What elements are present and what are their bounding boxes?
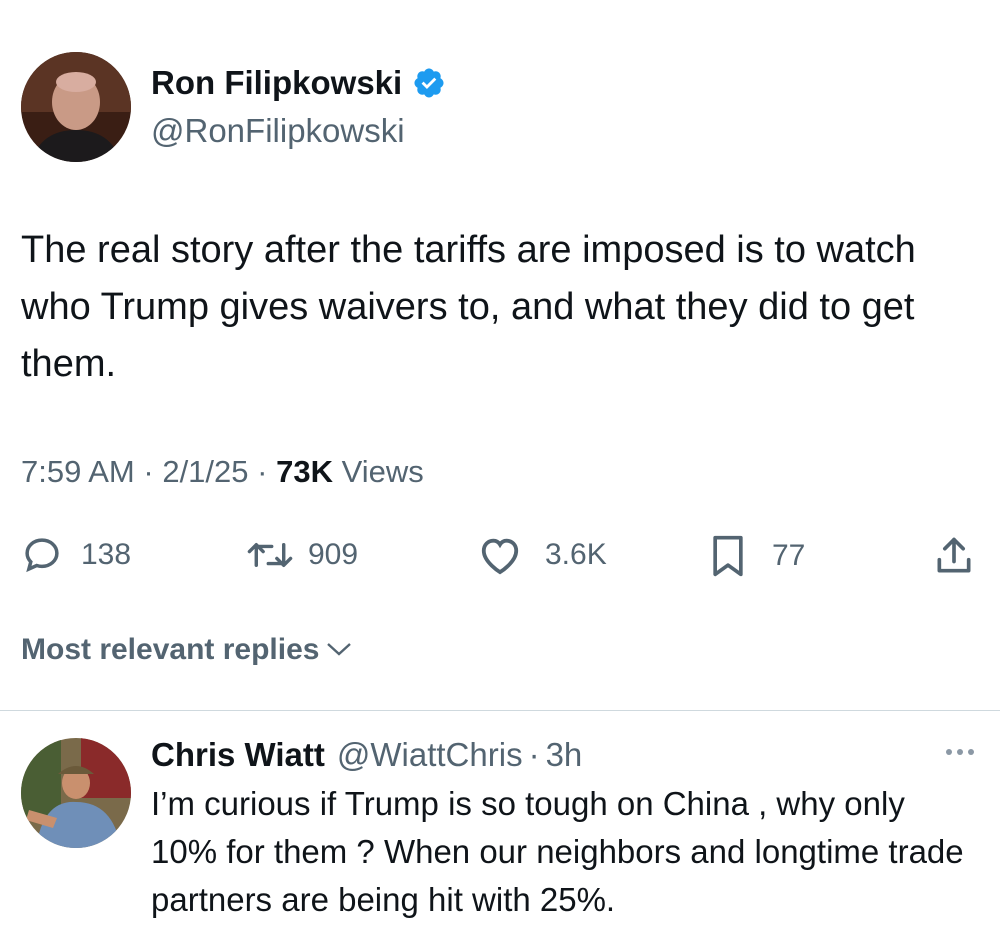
bookmark-button[interactable]: 77: [708, 534, 805, 578]
views-label: Views: [341, 454, 424, 489]
author-avatar[interactable]: [21, 52, 131, 162]
replies-sort-label: Most relevant replies: [21, 633, 320, 666]
meta-separator: ·: [257, 454, 268, 489]
reply-avatar-image: [21, 738, 131, 848]
reply-separator: ·: [528, 736, 540, 773]
reply-text: I’m curious if Trump is so tough on Chin…: [151, 785, 964, 918]
reply-time[interactable]: 3h: [546, 736, 583, 774]
bookmark-count: 77: [772, 539, 806, 572]
reply-count: 138: [81, 538, 132, 571]
reply-author-name[interactable]: Chris Wiatt: [151, 736, 325, 774]
like-count: 3.6K: [545, 538, 607, 571]
repost-arrows-icon: [246, 534, 294, 576]
bookmark-icon: [708, 534, 748, 578]
reply-author-avatar[interactable]: [21, 738, 131, 848]
author-name-row: Ron Filipkowski: [151, 64, 446, 102]
tweet-date[interactable]: 2/1/25: [162, 454, 248, 489]
share-upload-icon: [932, 534, 976, 578]
meta-separator: ·: [143, 454, 154, 489]
heart-icon: [477, 534, 523, 576]
like-button[interactable]: 3.6K: [477, 534, 607, 576]
author-handle[interactable]: @RonFilipkowski: [151, 112, 405, 150]
speech-bubble-icon: [21, 534, 63, 576]
reply-author-handle[interactable]: @WiattChris: [337, 736, 523, 774]
reply-header: Chris Wiatt @WiattChris · 3h: [151, 736, 582, 774]
repost-button[interactable]: 909: [246, 534, 358, 576]
divider: [0, 710, 1000, 711]
views-count: 73K: [276, 454, 333, 489]
reply-button[interactable]: 138: [21, 534, 131, 576]
chevron-down-icon: [325, 633, 353, 667]
author-name[interactable]: Ron Filipkowski: [151, 64, 402, 102]
repost-count: 909: [308, 538, 359, 571]
tweet-time[interactable]: 7:59 AM: [21, 454, 135, 489]
verified-badge-icon: [412, 66, 446, 100]
author-avatar-image: [21, 52, 131, 162]
replies-sort-button[interactable]: Most relevant replies: [21, 633, 353, 667]
share-button[interactable]: [932, 534, 976, 578]
more-dots-icon[interactable]: [944, 744, 976, 765]
tweet-meta: 7:59 AM · 2/1/25 · 73K Views: [21, 454, 424, 490]
tweet-text: The real story after the tariffs are imp…: [21, 229, 916, 385]
